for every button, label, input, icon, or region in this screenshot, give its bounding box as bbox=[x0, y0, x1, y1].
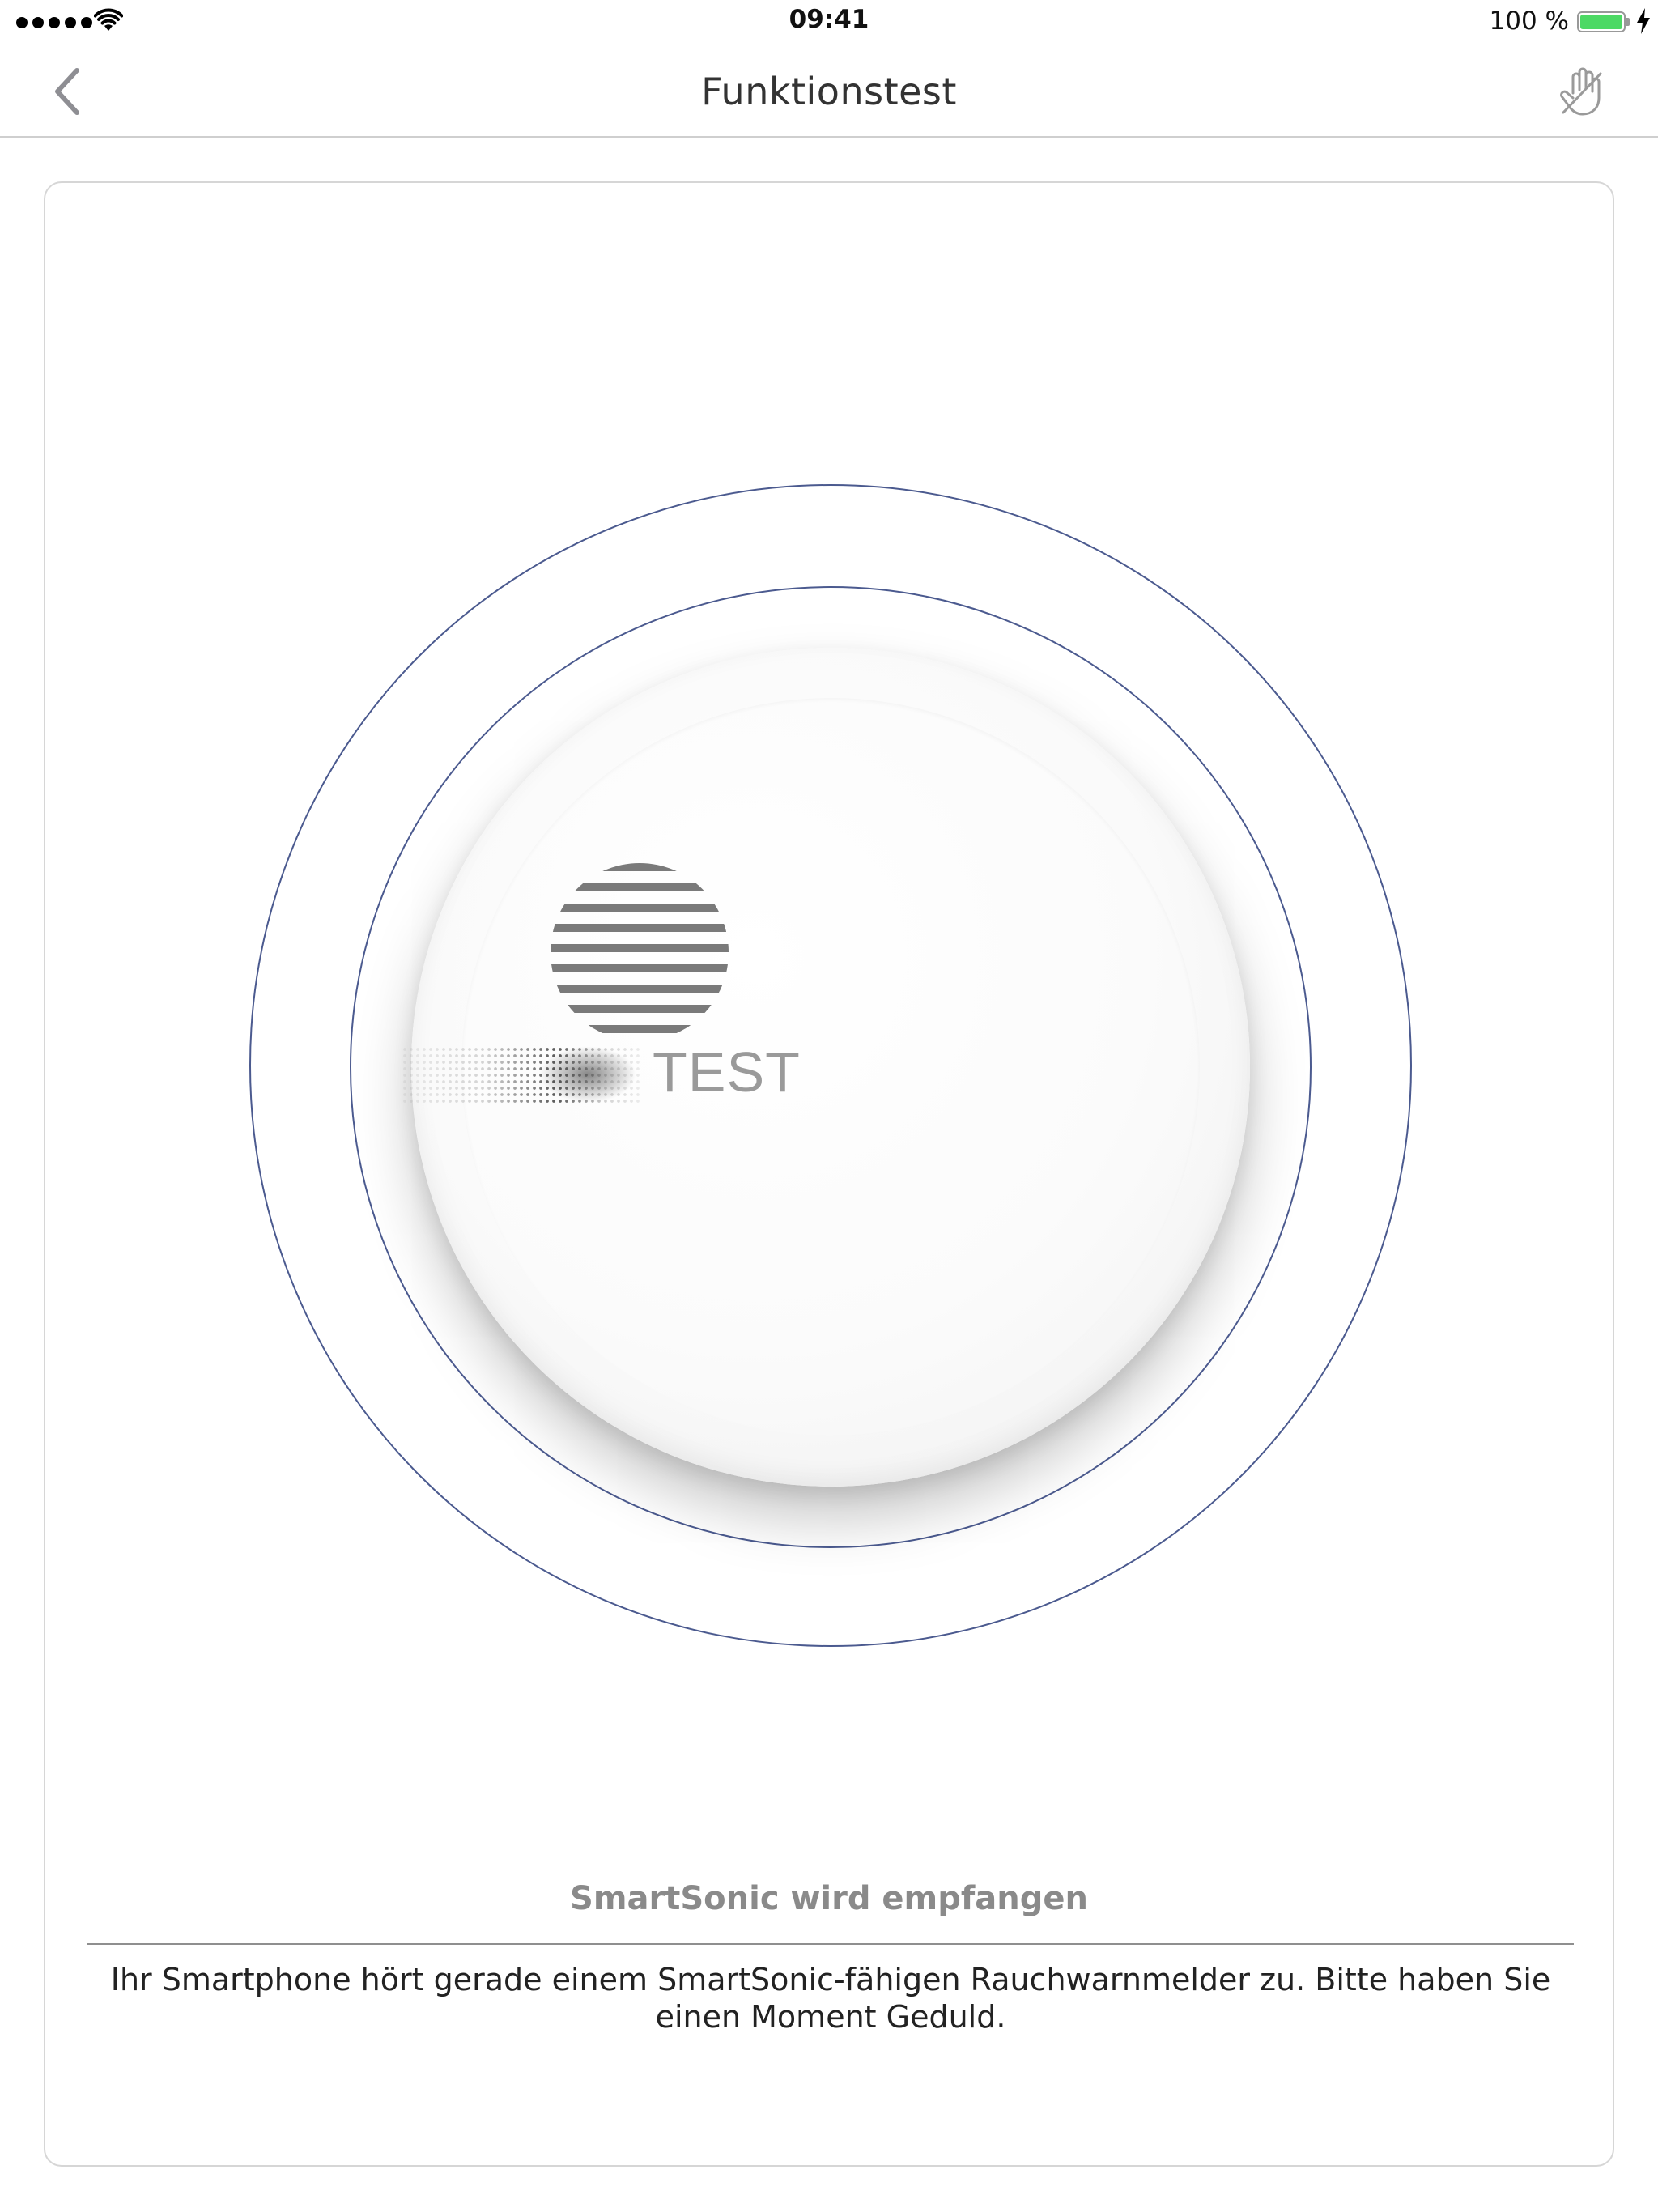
test-button-label: TEST bbox=[653, 1040, 801, 1104]
smoke-detector-illustration: TEST bbox=[45, 183, 1613, 2165]
signal-dots-glow bbox=[539, 1046, 636, 1103]
divider bbox=[87, 1943, 1574, 1945]
speaker-grille-icon bbox=[551, 863, 729, 1041]
status-description: Ihr Smartphone hört gerade einem SmartSo… bbox=[110, 1962, 1551, 2035]
battery-nub bbox=[1626, 18, 1630, 26]
status-bar: 09:41 100 % bbox=[0, 0, 1658, 45]
status-title: SmartSonic wird empfangen bbox=[570, 1880, 1088, 1917]
page-title: Funktionstest bbox=[701, 70, 957, 113]
hand-icon bbox=[1560, 67, 1602, 116]
navigation-bar: Funktionstest bbox=[0, 45, 1658, 138]
charging-bolt-icon bbox=[1637, 8, 1650, 34]
help-hand-button[interactable] bbox=[1551, 62, 1611, 121]
battery-icon bbox=[1577, 11, 1626, 32]
status-time: 09:41 bbox=[789, 5, 869, 34]
battery-percentage: 100 % bbox=[1489, 6, 1569, 36]
function-test-card: TEST SmartSonic wird empfangen Ihr Smart… bbox=[44, 181, 1614, 2167]
funktionstest-screen: 09:41 100 % Funktionstest TEST SmartSoni… bbox=[0, 0, 1658, 2212]
